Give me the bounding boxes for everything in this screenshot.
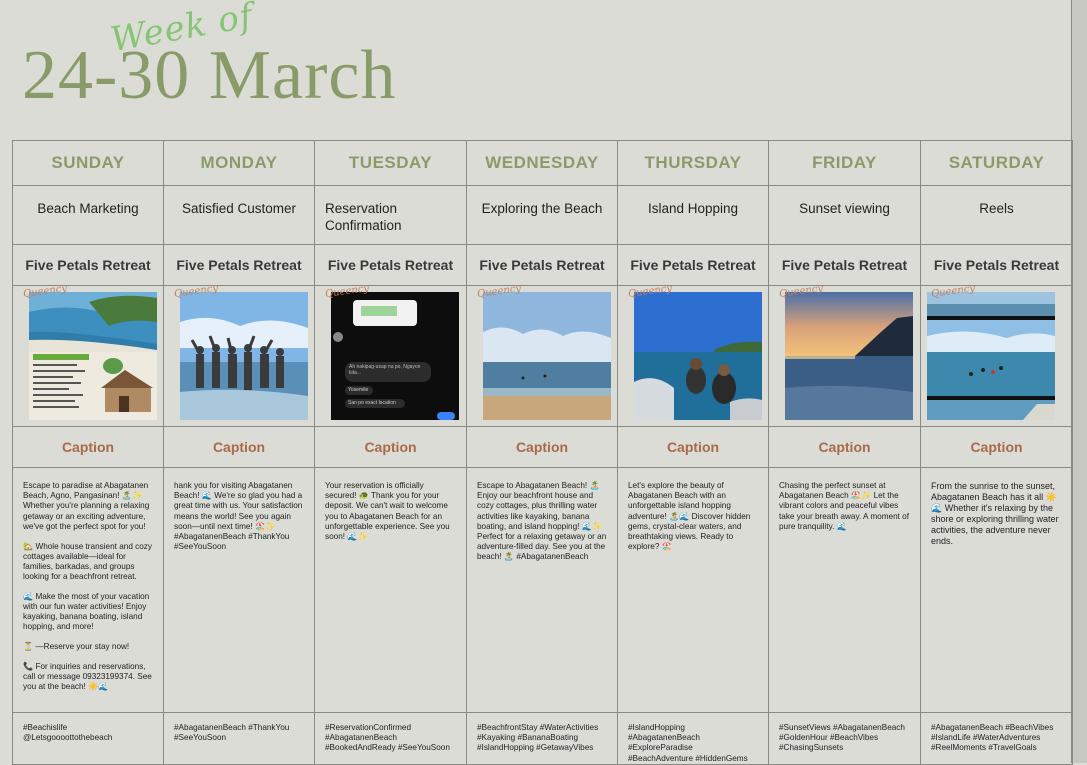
post-image-friday [785,292,913,420]
post-image-wednesday [483,292,611,420]
caption-paragraph: 📞 For inquiries and reservations, call o… [23,661,152,692]
topic-tuesday: Reservation Confirmation [325,201,402,233]
caption-paragraph: 🏡 Whole house transient and cozy cottage… [23,541,152,582]
page-name-wednesday: Five Petals Retreat [479,257,605,273]
hashtags-wednesday: #BeachfrontStay #WaterActivities #Kayaki… [477,723,599,753]
page-name-saturday: Five Petals Retreat [933,257,1060,273]
day-header-wednesday: WEDNESDAY [485,153,599,172]
group-photo-image [180,292,308,420]
topic-saturday: Reels [979,201,1014,216]
chat-screenshot: Ah nakipag-usap na po, Ngayon kita... Yo… [331,292,459,420]
post-image-monday [180,292,308,420]
caption-heading-tuesday: Caption [364,439,417,455]
caption-paragraph: Your reservation is officially secured! … [325,481,450,542]
caption-monday: hank you for visiting Abagatanen Beach! … [165,469,314,553]
caption-heading-friday: Caption [818,439,871,455]
caption-thursday: Let's explore the beauty of Abagatanen B… [619,469,768,553]
topic-thursday: Island Hopping [647,201,739,216]
page-name-thursday: Five Petals Retreat [630,257,756,273]
caption-sunday: Escape to paradise at Abagatanen Beach, … [14,469,163,693]
caption-saturday: From the sunrise to the sunset, Abagatan… [922,469,1072,548]
hashtags-friday: #SunsetViews #AbagatanenBeach #GoldenHou… [779,723,905,753]
caption-heading-monday: Caption [212,439,266,455]
caption-tuesday: Your reservation is officially secured! … [316,469,466,543]
beach-shore-image [483,292,611,420]
page-name-sunday: Five Petals Retreat [25,257,151,273]
topic-sunday: Beach Marketing [37,201,139,216]
day-header-monday: MONDAY [200,153,278,172]
caption-wednesday: Escape to Abagatanen Beach! 🏝️ Enjoy our… [468,469,617,563]
page-name-monday: Five Petals Retreat [176,257,302,273]
caption-heading-saturday: Caption [970,439,1023,455]
topic-wednesday: Exploring the Beach [481,201,603,216]
hashtags-tuesday: #ReservationConfirmed #AbagatanenBeach #… [325,723,450,753]
chat-bubble-1: Ah nakipag-usap na po, Ngayon kita... [345,362,431,382]
caption-heading-thursday: Caption [666,439,720,455]
hashtags-saturday: #AbagatanenBeach #BeachVibes #IslandLife… [931,723,1054,753]
day-header-saturday: SATURDAY [948,153,1045,172]
post-image-tuesday: Ah nakipag-usap na po, Ngayon kita... Yo… [331,292,459,420]
day-header-thursday: THURSDAY [644,153,742,172]
caption-paragraph: From the sunrise to the sunset, Abagatan… [931,481,1059,546]
date-range-title: 24-30 March [22,37,397,114]
caption-paragraph: Chasing the perfect sunset at Abagatanen… [779,481,910,531]
caption-paragraph: Let's explore the beauty of Abagatanen B… [628,481,751,552]
beach-poster-image [29,292,157,420]
reels-collage-image [927,292,1055,420]
caption-paragraph: hank you for visiting Abagatanen Beach! … [174,481,303,552]
day-header-sunday: SUNDAY [51,153,125,172]
caption-heading-wednesday: Caption [515,439,569,455]
topic-monday: Satisfied Customer [181,201,297,216]
page-name-friday: Five Petals Retreat [781,257,908,273]
sunset-image [785,292,913,420]
boat-ride-image [634,292,762,420]
caption-paragraph: Escape to paradise at Abagatanen Beach, … [23,481,150,531]
post-image-saturday [927,292,1055,420]
caption-paragraph: ⏳ —Reserve your stay now! [23,642,130,652]
page-name-tuesday: Five Petals Retreat [327,257,454,273]
topic-friday: Sunset viewing [799,201,890,216]
caption-heading-sunday: Caption [61,439,115,455]
page-edge [1071,0,1087,763]
chat-bubble-2: Yosemite [345,386,373,395]
post-image-thursday [634,292,762,420]
day-header-friday: FRIDAY [812,153,877,172]
content-calendar: SUNDAY MONDAY TUESDAY WEDNESDAY THURSDAY… [12,140,1073,765]
caption-paragraph: 🌊 Make the most of your vacation with ou… [23,591,150,632]
caption-friday: Chasing the perfect sunset at Abagatanen… [770,469,920,533]
caption-paragraph: Escape to Abagatanen Beach! 🏝️ Enjoy our… [477,481,607,562]
post-image-sunday [29,292,157,420]
chat-bubble-3: San po exact location [345,399,405,408]
hashtags-thursday: #IslandHopping #AbagatanenBeach #Explore… [628,723,748,763]
hashtags-monday: #AbagatanenBeach #ThankYou #SeeYouSoon [174,723,290,743]
hashtags-sunday: #Beachislife @Letsgoooottothebeach [23,723,113,743]
day-header-tuesday: TUESDAY [348,153,433,172]
